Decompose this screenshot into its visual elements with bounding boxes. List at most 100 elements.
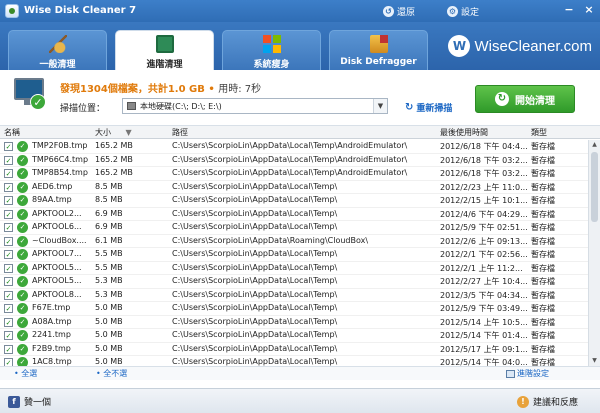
- row-checkbox[interactable]: ✓: [4, 304, 13, 313]
- feedback-icon: !: [517, 395, 529, 408]
- cell-type: 暫存檔: [531, 223, 555, 232]
- row-checkbox[interactable]: ✓: [4, 169, 13, 178]
- check-circle-icon: ✓: [17, 222, 28, 233]
- brand: W WiseCleaner.com: [448, 35, 592, 57]
- tab-label: 系統瘦身: [253, 60, 290, 70]
- cell-size: 5.5 MB: [95, 262, 123, 272]
- select-all-link[interactable]: • 全選: [14, 368, 37, 379]
- cell-type: 暫存檔: [531, 182, 555, 192]
- restore-button[interactable]: ↺ 還原: [383, 5, 415, 18]
- row-checkbox[interactable]: ✓: [4, 196, 13, 205]
- table-row[interactable]: ✓ ✓ TMP8B54.tmp 165.2 MB C:\Users\ScorpioLin…: [0, 167, 588, 181]
- cell-type: 暫存檔: [531, 317, 555, 327]
- row-checkbox[interactable]: ✓: [4, 358, 13, 366]
- column-header-type[interactable]: 類型: [531, 127, 547, 138]
- cell-name: F67E.tmp: [32, 303, 71, 312]
- cell-path: C:\Users\ScorpioLin\AppData\Local\Temp\: [172, 316, 338, 326]
- brand-name: WiseCleaner.com: [474, 37, 592, 55]
- cell-name: TMP2F0B.tmp: [32, 141, 88, 150]
- table-row[interactable]: ✓ ✓ ~CloudBox.... 6.1 MB C:\Users\ScorpioLin…: [0, 235, 588, 248]
- scroll-up-icon[interactable]: ▲: [589, 140, 600, 150]
- check-circle-icon: ✓: [17, 262, 28, 274]
- cell-name: 1AC8.tmp: [32, 357, 72, 366]
- cell-last-used: 2012/5/14 上午 10:5...: [440, 317, 528, 327]
- scroll-thumb[interactable]: [591, 152, 598, 222]
- table-row[interactable]: ✓ ✓ APKTOOL6... 6.9 MB C:\Users\ScorpioLin\A…: [0, 221, 588, 235]
- row-checkbox[interactable]: ✓: [4, 155, 13, 165]
- row-checkbox[interactable]: ✓: [4, 223, 13, 232]
- cell-last-used: 2012/2/15 上午 10:1...: [440, 196, 528, 205]
- row-checkbox[interactable]: ✓: [4, 344, 13, 354]
- found-summary: 發現1304個檔案，共計1.0 GB: [60, 84, 205, 95]
- cell-name: APKTOOL5...: [32, 262, 82, 272]
- table-row[interactable]: ✓ ✓ 89AA.tmp 8.5 MB C:\Users\ScorpioLin\AppD…: [0, 194, 588, 208]
- row-checkbox[interactable]: ✓: [4, 317, 13, 327]
- table-row[interactable]: ✓ ✓ APKTOOL8... 5.3 MB C:\Users\ScorpioLin\A…: [0, 289, 588, 302]
- column-header-size[interactable]: 大小 ▼: [95, 127, 132, 138]
- row-checkbox[interactable]: ✓: [4, 290, 13, 300]
- defrag-icon: [370, 35, 388, 53]
- table-row[interactable]: ✓ ✓ APKTOOL5... 5.5 MB C:\Users\ScorpioLin\A…: [0, 262, 588, 275]
- cell-last-used: 2012/2/23 上午 11:0...: [440, 182, 528, 192]
- table-row[interactable]: ✓ ✓ TMP2F0B.tmp 165.2 MB C:\Users\ScorpioLin…: [0, 140, 588, 154]
- cell-last-used: 2012/2/27 上午 10:4...: [440, 277, 528, 286]
- column-header-name[interactable]: 名稱: [4, 127, 20, 138]
- check-circle-icon: ✓: [17, 181, 28, 193]
- cell-size: 165.2 MB: [95, 141, 133, 150]
- row-checkbox[interactable]: ✓: [4, 331, 13, 340]
- chevron-down-icon[interactable]: ▼: [373, 99, 387, 113]
- cell-last-used: 2012/5/9 下午 03:49...: [440, 304, 528, 313]
- table-row[interactable]: ✓ ✓ APKTOOL5... 5.3 MB C:\Users\ScorpioLin\A…: [0, 275, 588, 289]
- row-checkbox[interactable]: ✓: [4, 142, 13, 151]
- refresh-icon: ↻: [495, 92, 509, 106]
- scroll-down-icon[interactable]: ▼: [589, 356, 600, 366]
- check-circle-icon: ✓: [17, 357, 28, 366]
- column-header-last-used[interactable]: 最後使用時間: [440, 127, 488, 138]
- select-none-link[interactable]: • 全不選: [96, 368, 127, 379]
- row-checkbox[interactable]: ✓: [4, 263, 13, 273]
- rescan-link[interactable]: ↻ 重新掃描: [405, 101, 452, 114]
- close-button[interactable]: ×: [582, 3, 596, 17]
- cell-name: TMP8B54.tmp: [32, 168, 88, 177]
- feedback-label: 建議和反應: [533, 398, 579, 408]
- cell-last-used: 2012/2/1 下午 02:56...: [440, 250, 528, 259]
- elapsed-time: 用時: 7秒: [218, 84, 262, 95]
- table-row[interactable]: ✓ ✓ A08A.tmp 5.0 MB C:\Users\ScorpioLin\AppD…: [0, 316, 588, 329]
- advanced-settings-link[interactable]: 進階設定: [506, 368, 549, 379]
- cell-path: C:\Users\ScorpioLin\AppData\Local\Temp\: [172, 330, 338, 339]
- tab-system-slim[interactable]: 系統瘦身: [222, 30, 321, 70]
- column-header-path[interactable]: 路徑: [172, 127, 188, 138]
- row-checkbox[interactable]: ✓: [4, 209, 13, 219]
- table-row[interactable]: ✓ ✓ AED6.tmp 8.5 MB C:\Users\ScorpioLin\AppD…: [0, 181, 588, 194]
- tab-disk-defragger[interactable]: Disk Defragger: [329, 30, 428, 70]
- cell-path: C:\Users\ScorpioLin\AppData\Local\Temp\: [172, 343, 338, 353]
- cell-type: 暫存檔: [531, 344, 555, 354]
- row-checkbox[interactable]: ✓: [4, 182, 13, 192]
- feedback-button[interactable]: ! 建議和反應: [517, 395, 578, 408]
- table-row[interactable]: ✓ ✓ APKTOOL7... 5.5 MB C:\Users\ScorpioLin\A…: [0, 248, 588, 262]
- table-row[interactable]: ✓ ✓ 1AC8.tmp 5.0 MB C:\Users\ScorpioLin\AppD…: [0, 356, 588, 366]
- cell-path: C:\Users\ScorpioLin\AppData\Local\Temp\A…: [172, 168, 408, 177]
- row-checkbox[interactable]: ✓: [4, 277, 13, 286]
- restore-label: 還原: [397, 8, 416, 18]
- table-row[interactable]: ✓ ✓ APKTOOL2... 6.9 MB C:\Users\ScorpioLin\A…: [0, 208, 588, 221]
- settings-button[interactable]: ⚙ 設定: [447, 5, 479, 18]
- cell-type: 暫存檔: [531, 250, 555, 259]
- like-button[interactable]: f 贊一個: [8, 395, 51, 408]
- cell-size: 8.5 MB: [95, 195, 123, 204]
- start-clean-button[interactable]: ↻ 開始清理: [475, 85, 575, 113]
- cell-path: C:\Users\ScorpioLin\AppData\Local\Temp\: [172, 357, 338, 366]
- table-row[interactable]: ✓ ✓ F2B9.tmp 5.0 MB C:\Users\ScorpioLin\AppD…: [0, 343, 588, 356]
- cell-type: 暫存檔: [531, 331, 555, 340]
- tab-advanced-clean[interactable]: 進階清理: [115, 30, 214, 70]
- table-row[interactable]: ✓ ✓ 2241.tmp 5.0 MB C:\Users\ScorpioLin\AppD…: [0, 329, 588, 343]
- vertical-scrollbar[interactable]: ▲ ▼: [588, 140, 600, 366]
- table-row[interactable]: ✓ ✓ F67E.tmp 5.0 MB C:\Users\ScorpioLin\AppD…: [0, 302, 588, 316]
- table-row[interactable]: ✓ ✓ TMP66C4.tmp 165.2 MB C:\Users\ScorpioLin…: [0, 154, 588, 167]
- rescan-label: 重新掃描: [416, 104, 453, 114]
- tab-general-clean[interactable]: 一般清理: [8, 30, 107, 70]
- row-checkbox[interactable]: ✓: [4, 236, 13, 246]
- minimize-button[interactable]: −: [562, 3, 576, 17]
- scan-location-select[interactable]: 本地硬碟(C:\; D:\; E:\) ▼: [122, 98, 388, 114]
- row-checkbox[interactable]: ✓: [4, 250, 13, 259]
